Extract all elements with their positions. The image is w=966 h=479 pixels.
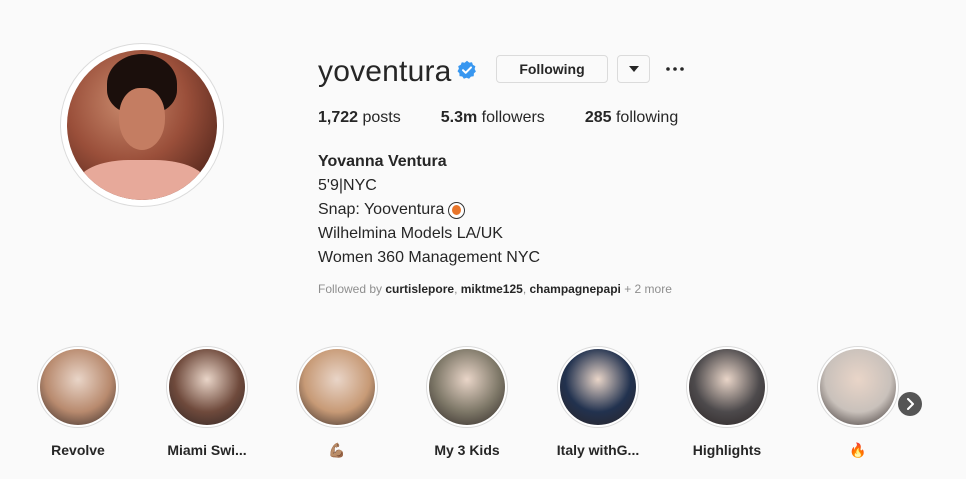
followed-by-more: + 2 more: [624, 282, 672, 296]
verified-badge-icon: [457, 60, 476, 79]
profile-bio: Yovanna Ventura 5'9|NYC Snap: Yooventura…: [318, 150, 540, 270]
basketball-emoji-icon: [448, 201, 466, 219]
highlight-label: My 3 Kids: [434, 442, 500, 458]
highlight-image: [169, 349, 245, 425]
following-button[interactable]: Following: [496, 55, 608, 83]
highlight-image: [299, 349, 375, 425]
following-stat[interactable]: 285 following: [585, 108, 678, 128]
highlight-cover[interactable]: [426, 346, 508, 428]
highlight-item[interactable]: 🔥: [816, 346, 900, 459]
highlight-item[interactable]: Italy withG...: [556, 346, 640, 458]
highlight-label: 🔥: [849, 442, 867, 458]
highlight-label: Italy withG...: [556, 442, 640, 458]
more-options-button[interactable]: [662, 58, 688, 80]
bio-line: Wilhelmina Models LA/UK: [318, 225, 503, 242]
profile-stats: 1,722 posts 5.3m followers 285 following: [318, 108, 678, 128]
ellipsis-icon: [666, 67, 684, 71]
following-count: 285: [584, 109, 612, 126]
bio-snap-text: Snap: Yooventura: [318, 201, 445, 218]
suggested-dropdown-button[interactable]: [617, 55, 650, 83]
highlight-cover[interactable]: [296, 346, 378, 428]
highlight-cover[interactable]: [686, 346, 768, 428]
followed-by-prefix: Followed by: [318, 282, 383, 296]
highlight-cover[interactable]: [557, 346, 639, 428]
username: yoventura: [318, 55, 452, 88]
highlight-image: [40, 349, 116, 425]
bio-line: 5'9|NYC: [318, 177, 377, 194]
highlight-cover[interactable]: [37, 346, 119, 428]
posts-count: 1,722: [318, 109, 359, 126]
following-label: following: [615, 109, 679, 126]
bio-line: Women 360 Management NYC: [318, 249, 541, 266]
highlight-label: Miami Swi...: [167, 442, 247, 458]
highlight-item[interactable]: 💪🏽: [295, 346, 379, 459]
highlight-image: [820, 349, 896, 425]
posts-label: posts: [362, 109, 401, 126]
highlight-label: Highlights: [692, 442, 762, 458]
caret-down-icon: [628, 66, 639, 72]
chevron-right-icon: [907, 398, 914, 410]
followers-label: followers: [481, 109, 545, 126]
profile-avatar[interactable]: [60, 43, 224, 207]
followers-stat[interactable]: 5.3m followers: [441, 108, 545, 128]
highlight-item[interactable]: Highlights: [685, 346, 769, 458]
avatar: [67, 50, 217, 200]
followed-by-user[interactable]: champagnepapi: [530, 282, 621, 296]
highlight-image: [429, 349, 505, 425]
followed-by-user[interactable]: miktme125: [461, 282, 523, 296]
highlight-item[interactable]: My 3 Kids: [425, 346, 509, 458]
posts-stat: 1,722 posts: [318, 108, 401, 128]
highlight-item[interactable]: Miami Swi...: [165, 346, 249, 458]
followed-by-user[interactable]: curtislepore: [385, 282, 454, 296]
highlights-next-button[interactable]: [898, 392, 922, 416]
followers-count: 5.3m: [440, 109, 478, 126]
highlight-cover[interactable]: [166, 346, 248, 428]
highlight-image: [560, 349, 636, 425]
bio-line-snap: Snap: Yooventura: [318, 198, 540, 222]
highlight-label: Revolve: [51, 442, 105, 458]
highlight-label: 💪🏽: [328, 442, 346, 458]
highlight-cover[interactable]: [817, 346, 899, 428]
highlight-image: [689, 349, 765, 425]
followed-by[interactable]: Followed by curtislepore, miktme125, cha…: [318, 282, 672, 296]
highlight-item[interactable]: Revolve: [36, 346, 120, 458]
full-name: Yovanna Ventura: [318, 153, 447, 170]
